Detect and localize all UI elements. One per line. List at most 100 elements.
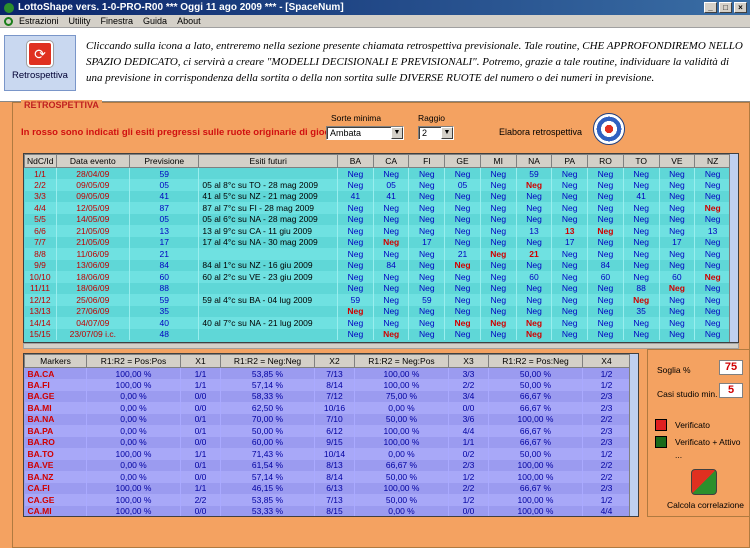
esiti-row[interactable]: 5/5 14/05/09 05 05 al 6°c su NA - 28 mag 20… xyxy=(24,213,731,225)
esiti-row[interactable]: 3/3 09/05/09 41 41 al 5°c su NZ - 21 mag 20… xyxy=(24,190,731,202)
esiti-cell: Neg xyxy=(551,305,589,317)
horizontal-splitter[interactable] xyxy=(23,343,739,349)
esiti-header[interactable]: MI xyxy=(479,154,517,168)
esiti-header[interactable]: VE xyxy=(658,154,696,168)
markers-cell: 60,00 % xyxy=(220,436,315,448)
panel-title: RETROSPETTIVA xyxy=(21,100,102,110)
markers-row[interactable]: BA.CA 100,00 % 1/1 53,85 % 7/13 100,00 % 3/3 50… xyxy=(24,367,631,379)
markers-header[interactable]: Markers xyxy=(24,354,87,368)
esiti-cell: Neg xyxy=(480,305,517,317)
esiti-cell: 18/06/09 xyxy=(56,271,131,283)
esiti-cell: Neg xyxy=(516,328,553,340)
markers-header[interactable]: X4 xyxy=(582,354,631,368)
esiti-header[interactable]: GE xyxy=(444,154,481,168)
markers-header[interactable]: X2 xyxy=(314,354,355,368)
esiti-cell: 21/05/09 xyxy=(56,225,131,237)
esiti-row[interactable]: 12/12 25/06/09 59 59 al 4°c su BA - 04 lug … xyxy=(24,294,731,306)
esiti-header[interactable]: RO xyxy=(587,154,624,168)
markers-row[interactable]: BA.MI 0,00 % 0/0 62,50 % 10/16 0,00 % 0/0 66,67… xyxy=(24,402,631,414)
esiti-cell: Neg xyxy=(551,282,589,294)
markers-header[interactable]: X1 xyxy=(180,354,221,368)
esiti-cell: 09/05/09 xyxy=(56,190,131,202)
esiti-cell: 59 xyxy=(516,167,553,179)
esiti-header[interactable]: PA xyxy=(551,154,589,168)
esiti-row[interactable]: 11/11 18/06/09 88 Neg Neg Neg Neg Neg Neg Neg Neg 8… xyxy=(24,282,731,294)
esiti-header[interactable]: TO xyxy=(622,154,660,168)
markers-cell: 2/2 xyxy=(582,459,631,471)
markers-cell: 100,00 % xyxy=(354,436,449,448)
markers-cell: 50,00 % xyxy=(488,448,583,460)
markers-row[interactable]: BA.NA 0,00 % 0/1 70,00 % 7/10 50,00 % 3/6 100,0… xyxy=(24,413,631,425)
esiti-header[interactable]: Data evento xyxy=(55,154,131,168)
esiti-cell: Neg xyxy=(659,305,696,317)
markers-row[interactable]: BA.PA 0,00 % 0/1 50,00 % 6/12 100,00 % 4/4 66,6… xyxy=(24,425,631,437)
esiti-row[interactable]: 7/7 21/05/09 17 17 al 4°c su NA - 30 mag 20… xyxy=(24,236,731,248)
esiti-header[interactable]: BA xyxy=(337,154,374,168)
esiti-cell: 05 xyxy=(129,213,200,225)
markers-cell: 46,15 % xyxy=(220,482,315,494)
markers-header[interactable]: R1:R2 = Pos:Pos xyxy=(86,354,181,368)
raggio-select[interactable]: 2 ▼ xyxy=(418,126,454,140)
menu-guida[interactable]: Guida xyxy=(143,16,167,26)
markers-row[interactable]: CA.MI 100,00 % 0/0 53,33 % 8/15 0,00 % 0/0 100,… xyxy=(24,505,631,516)
esiti-header[interactable]: FI xyxy=(408,154,446,168)
markers-row[interactable]: BA.GE 0,00 % 0/0 58,33 % 7/12 75,00 % 3/4 66,67… xyxy=(24,390,631,402)
esiti-cell: 05 al 6°c su NA - 28 mag 2009 xyxy=(198,213,339,225)
markers-row[interactable]: CA.GE 100,00 % 2/2 53,85 % 7/13 50,00 % 1/2 100… xyxy=(24,494,631,506)
esiti-header[interactable]: NZ xyxy=(694,154,731,168)
markers-cell: 1/2 xyxy=(582,494,631,506)
esiti-row[interactable]: 13/13 27/06/09 35 Neg Neg Neg Neg Neg Neg Neg Neg 3… xyxy=(24,305,731,317)
markers-header[interactable]: X3 xyxy=(448,354,489,368)
esiti-row[interactable]: 6/6 21/05/09 13 13 al 9°c su CA - 11 giu 20… xyxy=(24,225,731,237)
esiti-row[interactable]: 8/8 11/06/09 21 Neg Neg Neg 21 Neg 21 Neg Neg Neg Ne… xyxy=(24,248,731,260)
markers-row[interactable]: BA.FI 100,00 % 1/1 57,14 % 8/14 100,00 % 2/2 50… xyxy=(24,379,631,391)
sorte-select[interactable]: Ambata ▼ xyxy=(326,126,404,140)
calcola-icon[interactable] xyxy=(691,469,717,495)
esiti-cell: Neg xyxy=(587,282,624,294)
menu-utility[interactable]: Utility xyxy=(69,16,91,26)
esiti-row[interactable]: 9/9 13/06/09 84 84 al 1°c su NZ - 16 giu 20… xyxy=(24,259,731,271)
info-box: ⟳ Retrospettiva Cliccando sulla icona a … xyxy=(0,28,750,102)
markers-cell: 8/14 xyxy=(314,379,355,391)
markers-header[interactable]: R1:R2 = Neg:Neg xyxy=(220,354,315,368)
casi-input[interactable]: 5 xyxy=(719,383,743,398)
markers-header[interactable]: R1:R2 = Pos:Neg xyxy=(488,354,583,368)
markers-row[interactable]: BA.NZ 0,00 % 0/0 57,14 % 8/14 50,00 % 1/2 100,0… xyxy=(24,471,631,483)
esiti-header[interactable]: NdC/Id xyxy=(24,154,57,168)
menu-finestra[interactable]: Finestra xyxy=(101,16,134,26)
markers-row[interactable]: BA.TO 100,00 % 1/1 71,43 % 10/14 0,00 % 0/2 50,… xyxy=(24,448,631,460)
markers-cell: 0/0 xyxy=(180,505,221,516)
esiti-cell: Neg xyxy=(516,305,553,317)
esiti-header[interactable]: NA xyxy=(515,154,553,168)
markers-cell: 0,00 % xyxy=(86,459,181,471)
close-button[interactable]: × xyxy=(734,2,747,13)
esiti-row[interactable]: 10/10 18/06/09 60 60 al 2°c su VE - 23 giu … xyxy=(24,271,731,283)
esiti-cell: Neg xyxy=(480,236,517,248)
esiti-cell: Neg xyxy=(373,305,410,317)
esiti-header[interactable]: Previsione xyxy=(129,154,200,168)
markers-row[interactable]: BA.RO 0,00 % 0/0 60,00 % 9/15 100,00 % 1/1 66,6… xyxy=(24,436,631,448)
esiti-row[interactable]: 2/2 09/05/09 05 05 al 8°c su TO - 28 mag 20… xyxy=(24,179,731,191)
markers-row[interactable]: CA.FI 100,00 % 1/1 46,15 % 6/13 100,00 % 2/2 66… xyxy=(24,482,631,494)
esiti-row[interactable]: 1/1 28/04/09 59 Neg Neg Neg Neg Neg 59 Neg Neg Neg N… xyxy=(24,167,731,179)
power-icon[interactable] xyxy=(4,16,13,26)
esiti-row[interactable]: 14/14 04/07/09 40 40 al 7°c su NA - 21 lug … xyxy=(24,317,731,329)
esiti-row[interactable]: 4/4 12/05/09 87 87 al 7°c su FI - 28 mag 20… xyxy=(24,202,731,214)
esiti-scrollbar[interactable] xyxy=(729,154,738,342)
soglia-input[interactable]: 75 xyxy=(719,360,743,375)
markers-header[interactable]: R1:R2 = Neg:Pos xyxy=(354,354,449,368)
markers-scrollbar[interactable] xyxy=(629,354,638,516)
markers-cell: 100,00 % xyxy=(488,471,583,483)
esiti-header[interactable]: CA xyxy=(372,154,410,168)
esiti-cell: Neg xyxy=(408,259,446,271)
maximize-button[interactable]: □ xyxy=(719,2,732,13)
markers-cell: 2/3 xyxy=(582,402,631,414)
menu-estrazioni[interactable]: Estrazioni xyxy=(19,16,59,26)
menu-about[interactable]: About xyxy=(177,16,201,26)
minimize-button[interactable]: _ xyxy=(704,2,717,13)
esiti-row[interactable]: 15/15 23/07/09 i.c. 48 Neg Neg Neg Neg Neg Neg Ne… xyxy=(24,328,731,340)
retrospettiva-button[interactable]: ⟳ Retrospettiva xyxy=(4,35,76,91)
esiti-header[interactable]: Esiti futuri xyxy=(198,154,339,168)
target-icon[interactable] xyxy=(593,113,625,145)
markers-row[interactable]: BA.VE 0,00 % 0/1 61,54 % 8/13 66,67 % 2/3 100,0… xyxy=(24,459,631,471)
